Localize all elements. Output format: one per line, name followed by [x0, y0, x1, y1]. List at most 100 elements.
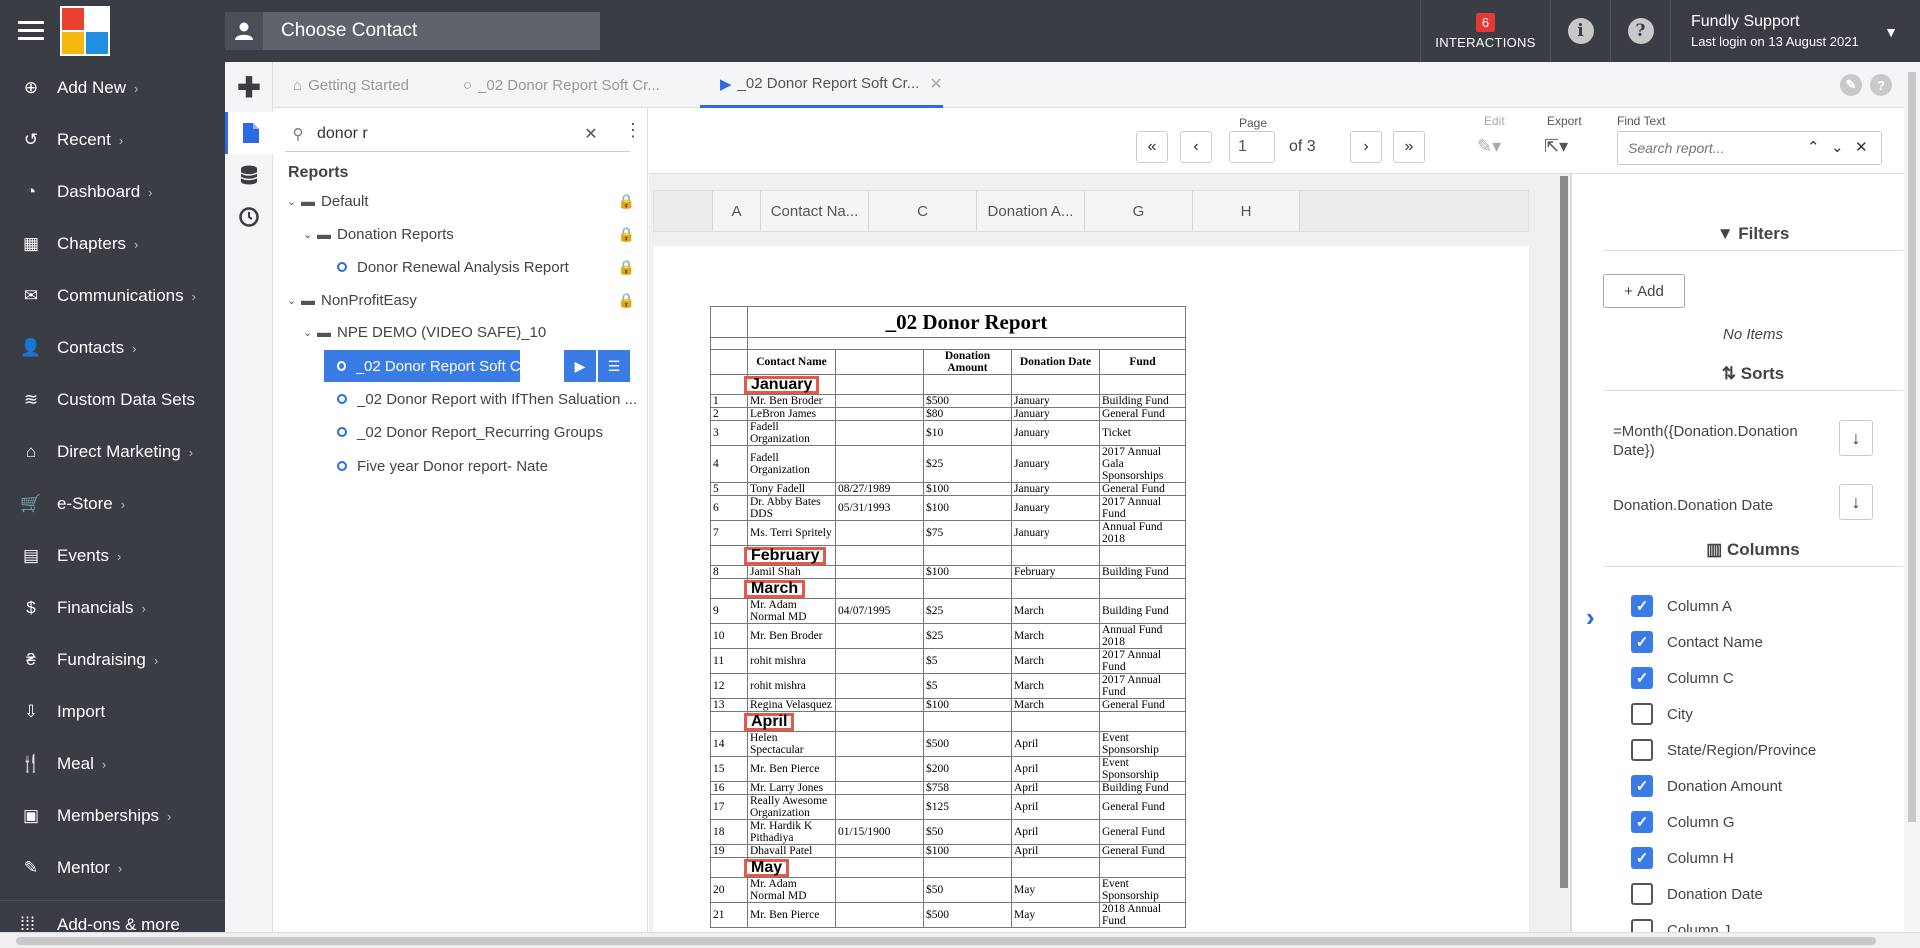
month-group-row: May: [710, 857, 1186, 878]
sort-direction-button[interactable]: ↓: [1839, 484, 1873, 520]
sidebar-item-meal[interactable]: 🍴 Meal ›: [0, 738, 225, 790]
horizontal-scroll-thumb[interactable]: [16, 937, 1876, 945]
column-toggle[interactable]: ✓ Column A: [1631, 594, 1732, 618]
history-tab-button[interactable]: [225, 196, 273, 238]
column-checkbox[interactable]: [1631, 703, 1653, 725]
sidebar-item-events[interactable]: ▤ Events ›: [0, 530, 225, 582]
sidebar-item-fundraising[interactable]: ₴ Fundraising ›: [0, 634, 225, 686]
column-checkbox[interactable]: ✓: [1631, 595, 1653, 617]
sidebar-item-direct-marketing[interactable]: ⌂ Direct Marketing ›: [0, 426, 225, 478]
column-checkbox[interactable]: ✓: [1631, 775, 1653, 797]
datasources-tab-button[interactable]: [225, 154, 273, 196]
column-header[interactable]: H: [1192, 191, 1300, 231]
sidebar-item-recent[interactable]: ↺ Recent ›: [0, 114, 225, 166]
sort-direction-button[interactable]: ↓: [1839, 420, 1873, 456]
sidebar-item-dashboard[interactable]: ◔ Dashboard ›: [0, 166, 225, 218]
sidebar-item-e-store[interactable]: 🛒 e-Store ›: [0, 478, 225, 530]
sidebar-item-import[interactable]: ⇩ Import: [0, 686, 225, 738]
tree-folder-npe-demo[interactable]: ⌄ ▬ NPE DEMO (VIDEO SAFE)_10: [303, 316, 643, 348]
tab-donor-report-2[interactable]: ▶ _02 Donor Report Soft Cr... ✕: [700, 62, 943, 108]
tab-getting-started[interactable]: ⌂ Getting Started: [273, 62, 409, 108]
tree-folder-default[interactable]: ⌄ ▬ Default 🔒: [287, 185, 643, 217]
tree-report-selected[interactable]: _02 Donor Report Soft Credit ...: [324, 350, 520, 382]
column-header[interactable]: C: [868, 191, 976, 231]
sidebar-item-mentor[interactable]: ✎ Mentor ›: [0, 842, 225, 894]
add-filter-button[interactable]: + Add: [1603, 274, 1685, 308]
tree-report-five-year[interactable]: Five year Donor report- Nate: [337, 450, 643, 482]
tree-report-recurring[interactable]: _02 Donor Report_Recurring Groups: [337, 416, 643, 448]
report-cell: Ticket: [1099, 420, 1186, 446]
sidebar-item-custom-data-sets[interactable]: ≋ Custom Data Sets: [0, 374, 225, 426]
export-icon[interactable]: ⇱▾: [1544, 136, 1568, 157]
money-icon: $: [26, 598, 36, 617]
wrench-icon[interactable]: ✎: [1840, 74, 1862, 96]
viewer-scrollbar[interactable]: [1558, 174, 1570, 932]
sidebar-item-chapters[interactable]: ▦ Chapters ›: [0, 218, 225, 270]
tree-item-label: NPE DEMO (VIDEO SAFE)_10: [337, 323, 547, 341]
prev-page-button[interactable]: ‹: [1180, 131, 1212, 163]
find-close-icon[interactable]: ✕: [1855, 138, 1868, 156]
user-menu[interactable]: Fundly Support Last login on 13 August 2…: [1670, 0, 1910, 62]
choose-contact-picker[interactable]: Choose Contact: [225, 12, 600, 50]
column-checkbox[interactable]: ✓: [1631, 847, 1653, 869]
column-header[interactable]: Contact Na...: [760, 191, 868, 231]
hamburger-menu-icon[interactable]: [18, 21, 44, 41]
column-checkbox[interactable]: ✓: [1631, 631, 1653, 653]
column-toggle[interactable]: Donation Date: [1631, 882, 1763, 906]
find-next-icon[interactable]: ⌄: [1831, 138, 1844, 156]
tree-folder-nonprofiteasy[interactable]: ⌄ ▬ NonProfitEasy 🔒: [287, 284, 643, 316]
page-number-input[interactable]: [1229, 131, 1275, 163]
sidebar-item-contacts[interactable]: 👤 Contacts ›: [0, 322, 225, 374]
horizontal-scrollbar[interactable]: [0, 932, 1920, 948]
help-button[interactable]: ?: [1610, 0, 1670, 62]
reports-tab-button[interactable]: [225, 112, 273, 154]
column-header[interactable]: G: [1084, 191, 1192, 231]
column-toggle[interactable]: ✓ Column C: [1631, 666, 1734, 690]
tab-donor-report-1[interactable]: ○ _02 Donor Report Soft Cr...: [443, 62, 660, 108]
report-menu-button[interactable]: ☰: [596, 350, 630, 382]
sidebar-item-communications[interactable]: ✉ Communications ›: [0, 270, 225, 322]
report-cell: [923, 711, 1012, 732]
edit-icon[interactable]: ✎▾: [1477, 136, 1501, 157]
interactions-button[interactable]: 6 INTERACTIONS: [1420, 0, 1550, 62]
right-scrollbar[interactable]: [1904, 62, 1920, 932]
info-button[interactable]: i: [1550, 0, 1610, 62]
first-page-button[interactable]: «: [1136, 131, 1168, 163]
close-icon[interactable]: ✕: [929, 74, 942, 94]
tree-folder-donation-reports[interactable]: ⌄ ▬ Donation Reports 🔒: [303, 218, 643, 250]
column-checkbox[interactable]: [1631, 883, 1653, 905]
more-options-icon[interactable]: ⋮: [624, 120, 642, 141]
help-icon[interactable]: ?: [1870, 74, 1892, 96]
run-report-button[interactable]: ▶: [562, 350, 596, 382]
column-toggle[interactable]: City: [1631, 702, 1693, 726]
column-toggle[interactable]: State/Region/Province: [1631, 738, 1816, 762]
last-page-button[interactable]: »: [1393, 131, 1425, 163]
sidebar-item-add-new[interactable]: ⊕ Add New ›: [0, 62, 225, 114]
right-scroll-thumb[interactable]: [1908, 72, 1916, 822]
tree-report-ifthen[interactable]: _02 Donor Report with IfThen Saluation .…: [337, 383, 643, 415]
viewer-scroll-thumb[interactable]: [1560, 176, 1568, 888]
next-page-button[interactable]: ›: [1350, 131, 1382, 163]
column-toggle[interactable]: ✓ Contact Name: [1631, 630, 1763, 654]
clear-search-icon[interactable]: ✕: [581, 124, 601, 144]
report-cell: [923, 545, 1012, 566]
column-checkbox[interactable]: ✓: [1631, 811, 1653, 833]
add-report-button[interactable]: ✚: [225, 62, 273, 112]
find-prev-icon[interactable]: ⌃: [1807, 138, 1820, 156]
report-cell: $500: [923, 394, 1012, 408]
sidebar-item-financials[interactable]: $ Financials ›: [0, 582, 225, 634]
sidebar-item-memberships[interactable]: ▣ Memberships ›: [0, 790, 225, 842]
clock-icon: [239, 207, 259, 227]
column-header[interactable]: Donation A...: [976, 191, 1084, 231]
tree-report-donor-renewal[interactable]: Donor Renewal Analysis Report 🔒: [337, 251, 643, 283]
search-input[interactable]: [311, 123, 581, 144]
report-cell: Mr. Ben Broder: [747, 623, 836, 649]
column-checkbox[interactable]: [1631, 739, 1653, 761]
report-cell: [835, 857, 924, 878]
column-toggle[interactable]: ✓ Column H: [1631, 846, 1734, 870]
column-header[interactable]: A: [712, 191, 760, 231]
column-toggle[interactable]: ✓ Column G: [1631, 810, 1735, 834]
column-checkbox[interactable]: ✓: [1631, 667, 1653, 689]
report-cell: 5: [710, 482, 748, 496]
column-toggle[interactable]: ✓ Donation Amount: [1631, 774, 1782, 798]
